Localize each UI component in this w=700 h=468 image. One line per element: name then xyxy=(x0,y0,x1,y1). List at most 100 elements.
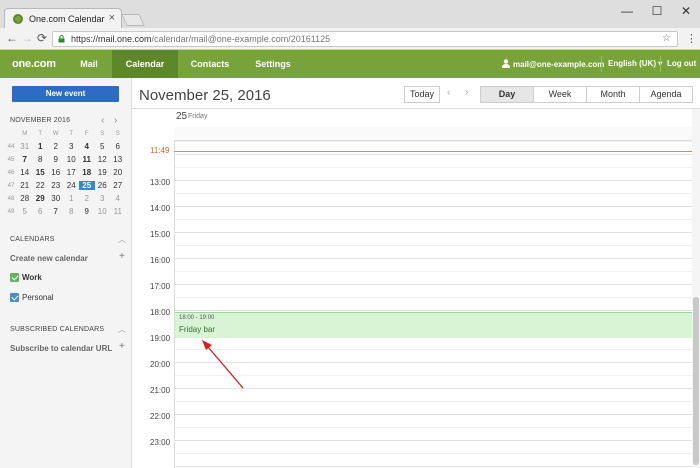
mini-day[interactable]: 9 xyxy=(79,207,95,216)
hour-label: 17:00 xyxy=(150,282,171,291)
mini-day[interactable]: 21 xyxy=(17,181,33,190)
forward-icon[interactable]: → xyxy=(21,31,33,45)
minimize-icon[interactable]: — xyxy=(620,4,634,18)
view-day-button[interactable]: Day xyxy=(480,86,534,103)
mini-day[interactable]: 18 xyxy=(79,168,95,177)
browser-menu-icon[interactable]: ⋮ xyxy=(686,32,697,45)
mini-day[interactable]: 23 xyxy=(48,181,64,190)
mini-week-row: 49 5 6 7 8 9 10 11 xyxy=(5,205,126,218)
collapse-chevron-icon[interactable]: ︿ xyxy=(118,324,126,335)
nav-mail[interactable]: Mail xyxy=(66,50,112,78)
tab-close-icon[interactable]: × xyxy=(109,12,115,24)
checkbox-icon[interactable] xyxy=(10,273,19,282)
logout-link[interactable]: Log out xyxy=(667,59,696,68)
hour-label: 15:00 xyxy=(150,230,171,239)
mini-day[interactable]: 1 xyxy=(33,142,49,151)
mini-day[interactable]: 9 xyxy=(48,155,64,164)
hour-label: 19:00 xyxy=(150,334,171,343)
address-bar[interactable]: https://mail.one.com/calendar/mail@one-e… xyxy=(52,31,678,47)
mini-day[interactable]: 11 xyxy=(110,207,126,216)
view-week-button[interactable]: Week xyxy=(533,86,587,103)
mini-day[interactable]: 24 xyxy=(64,181,80,190)
logo[interactable]: one.com xyxy=(12,58,56,70)
nav-contacts[interactable]: Contacts xyxy=(178,50,242,78)
scrollbar-thumb[interactable] xyxy=(693,297,699,465)
today-button[interactable]: Today xyxy=(404,86,440,103)
mini-day[interactable]: 11 xyxy=(79,155,95,164)
mini-day[interactable]: 13 xyxy=(110,155,126,164)
browser-tab[interactable]: One.com Calendar × xyxy=(4,8,122,28)
mini-day[interactable]: 16 xyxy=(48,168,64,177)
weekday-header: T xyxy=(38,130,43,137)
all-day-row[interactable] xyxy=(174,127,692,141)
mini-day[interactable]: 31 xyxy=(17,142,33,151)
new-event-button[interactable]: New event xyxy=(12,86,119,102)
header-divider xyxy=(660,56,661,72)
mini-day[interactable]: 4 xyxy=(110,194,126,203)
mini-day[interactable]: 6 xyxy=(110,142,126,151)
calendar-item-work[interactable]: Work xyxy=(10,273,42,282)
mini-day[interactable]: 2 xyxy=(48,142,64,151)
new-tab-button[interactable] xyxy=(121,14,145,26)
mini-day[interactable]: 3 xyxy=(95,194,111,203)
mini-day[interactable]: 6 xyxy=(33,207,49,216)
create-calendar-link[interactable]: Create new calendar xyxy=(10,254,88,263)
back-icon[interactable]: ← xyxy=(6,31,18,45)
mini-day[interactable]: 26 xyxy=(95,181,111,190)
collapse-chevron-icon[interactable]: ︿ xyxy=(118,234,126,245)
maximize-icon[interactable]: ☐ xyxy=(650,4,664,18)
mini-day[interactable]: 8 xyxy=(33,155,49,164)
mini-day[interactable]: 7 xyxy=(48,207,64,216)
mini-day[interactable]: 4 xyxy=(79,142,95,151)
mini-day[interactable]: 7 xyxy=(17,155,33,164)
prev-day-icon[interactable]: ‹ xyxy=(447,87,450,98)
mini-day[interactable]: 2 xyxy=(79,194,95,203)
language-selector[interactable]: English (UK) ▾ xyxy=(608,59,662,68)
mini-day[interactable]: 30 xyxy=(48,194,64,203)
mini-next-icon[interactable]: › xyxy=(114,115,117,126)
mini-day[interactable]: 1 xyxy=(64,194,80,203)
mini-day[interactable]: 28 xyxy=(17,194,33,203)
view-month-button[interactable]: Month xyxy=(586,86,640,103)
checkbox-icon[interactable] xyxy=(10,293,19,302)
mini-day[interactable]: 5 xyxy=(17,207,33,216)
mini-day[interactable]: 3 xyxy=(64,142,80,151)
calendar-item-personal[interactable]: Personal xyxy=(10,293,54,302)
nav-calendar[interactable]: Calendar xyxy=(112,50,178,78)
mini-day[interactable]: 17 xyxy=(64,168,80,177)
event-title: Friday bar xyxy=(179,325,216,334)
mini-day-selected[interactable]: 25 xyxy=(79,181,95,190)
mini-day[interactable]: 20 xyxy=(110,168,126,177)
subscribe-calendar-link[interactable]: Subscribe to calendar URL xyxy=(10,344,112,353)
mini-day[interactable]: 8 xyxy=(64,207,80,216)
mini-day[interactable]: 10 xyxy=(95,207,111,216)
mini-day[interactable]: 27 xyxy=(110,181,126,190)
grid-line xyxy=(175,349,693,350)
mini-day[interactable]: 10 xyxy=(64,155,80,164)
mini-day[interactable]: 14 xyxy=(17,168,33,177)
mini-day[interactable]: 12 xyxy=(95,155,111,164)
mini-prev-icon[interactable]: ‹ xyxy=(101,115,104,126)
hour-label: 22:00 xyxy=(150,412,171,421)
sidebar: New event NOVEMBER 2016 ‹ › M T W T F S … xyxy=(0,78,132,468)
close-window-icon[interactable]: ✕ xyxy=(679,4,693,18)
plus-icon[interactable]: + xyxy=(119,251,125,262)
mini-day[interactable]: 15 xyxy=(33,168,49,177)
calendar-event[interactable]: 18:00 - 19:00 Friday bar xyxy=(175,312,692,338)
mini-day[interactable]: 22 xyxy=(33,181,49,190)
nav-settings[interactable]: Settings xyxy=(242,50,304,78)
mini-day[interactable]: 19 xyxy=(95,168,111,177)
view-agenda-button[interactable]: Agenda xyxy=(639,86,693,103)
mini-day[interactable]: 29 xyxy=(33,194,49,203)
plus-icon[interactable]: + xyxy=(119,341,125,352)
url-path: /calendar/mail@one-example.com/20161125 xyxy=(151,34,331,44)
url-host: https://mail.one.com xyxy=(71,34,152,44)
time-grid[interactable] xyxy=(174,141,693,468)
user-email: mail@one-example.com xyxy=(513,60,605,69)
next-day-icon[interactable]: › xyxy=(465,87,468,98)
user-menu[interactable]: mail@one-example.com xyxy=(502,59,604,69)
bookmark-star-icon[interactable]: ☆ xyxy=(662,33,671,44)
reload-icon[interactable]: ⟳ xyxy=(37,31,47,45)
hour-label: 23:00 xyxy=(150,438,171,447)
mini-day[interactable]: 5 xyxy=(95,142,111,151)
